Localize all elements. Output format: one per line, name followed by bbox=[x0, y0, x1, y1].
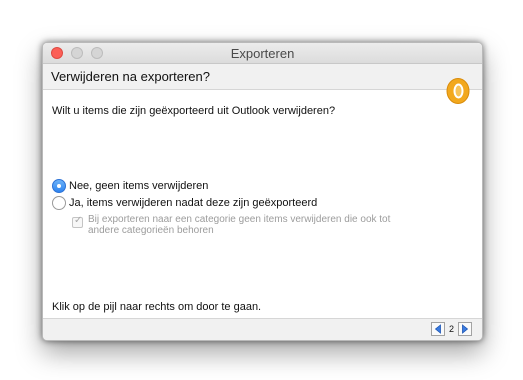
delete-question: Wilt u items die zijn geëxporteerd uit O… bbox=[52, 105, 336, 117]
navigation-footer: 2 bbox=[43, 318, 482, 340]
next-page-button[interactable] bbox=[458, 322, 472, 336]
page-navigator: 2 bbox=[430, 322, 472, 336]
arrow-right-icon bbox=[462, 324, 469, 334]
radio-button-unselected[interactable] bbox=[52, 196, 66, 210]
previous-page-button[interactable] bbox=[430, 322, 445, 336]
radio-option-no-delete[interactable]: Nee, geen items verwijderen bbox=[52, 179, 208, 193]
step-header: Verwijderen na exporteren? bbox=[43, 64, 482, 90]
radio-option-delete[interactable]: Ja, items verwijderen nadat deze zijn ge… bbox=[52, 196, 317, 210]
category-exception-checkbox bbox=[72, 215, 83, 228]
continue-instruction: Klik op de pijl naar rechts om door te g… bbox=[52, 301, 262, 313]
radio-label-delete[interactable]: Ja, items verwijderen nadat deze zijn ge… bbox=[69, 197, 317, 209]
category-exception-label: Bij exporteren naar een categorie geen i… bbox=[88, 214, 391, 236]
export-dialog: Exporteren Verwijderen na exporteren? Wi… bbox=[42, 42, 483, 341]
step-title: Verwijderen na exporteren? bbox=[51, 69, 210, 84]
outlook-logo-icon bbox=[446, 78, 470, 104]
arrow-left-icon bbox=[434, 324, 441, 334]
title-bar[interactable]: Exporteren bbox=[43, 43, 482, 64]
radio-button-selected[interactable] bbox=[52, 179, 66, 193]
radio-label-no-delete[interactable]: Nee, geen items verwijderen bbox=[69, 180, 208, 192]
window-title: Exporteren bbox=[230, 46, 295, 61]
category-exception-option: Bij exporteren naar een categorie geen i… bbox=[72, 214, 418, 236]
page-number: 2 bbox=[448, 324, 454, 334]
